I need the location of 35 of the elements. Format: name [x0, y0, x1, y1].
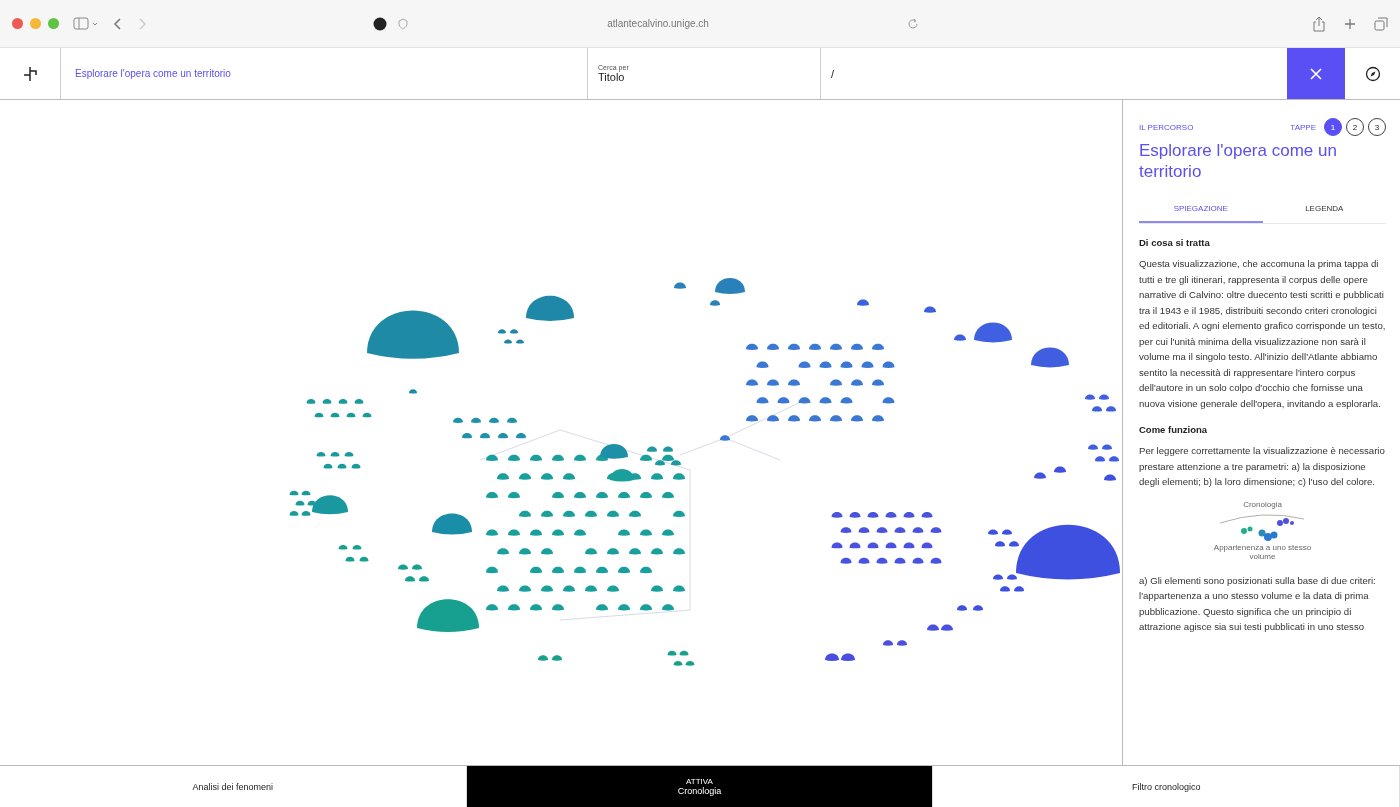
section-heading: Come funziona: [1139, 424, 1209, 435]
sidebar-icon[interactable]: [73, 16, 99, 31]
zoom-window-icon[interactable]: [48, 18, 59, 29]
tree-icon[interactable]: [22, 65, 38, 82]
address-bar[interactable]: atlantecalvino.unige.ch: [361, 9, 931, 38]
share-icon[interactable]: [1312, 15, 1326, 32]
compass-icon[interactable]: [1364, 65, 1381, 82]
figure-label: Appartenenza a uno stesso volume: [1212, 542, 1313, 561]
steps-label: TAPPE: [1290, 122, 1316, 132]
body-paragraph: Per leggere correttamente la visualizzazione è necessario prestare attenzione a tre parametri: a) la disposizione degli elementi; b) la loro dimensione; c) l'uso del colore.: [1139, 444, 1386, 489]
body-paragraph: Questa visualizzazione, che accomuna la prima tappa di tutti e tre gli itinerari, rappresenta il corpus delle opere narrative di Calvino: oltre duecento testi scritti e pubblicati tra il 1943 e il 1985, distribuiti secondo criteri cronologici ed editoriali. A ogni elemento grafico corrisponde un testo, per cui l'unità minima della visualizzazione non sarà il volume ma il singolo testo. All'inizio dell'Atlante abbiamo sentito la necessità di rappresentare l'intero corpus dell'autore in un solo colpo d'occhio che fornisse una nuova visione generale dell'opera, invitando a esplorarla.: [1139, 257, 1386, 411]
shield-icon[interactable]: [397, 17, 409, 30]
site-icon: [373, 16, 387, 31]
panel-tab[interactable]: LEGENDA: [1262, 196, 1386, 223]
step-button[interactable]: 3: [1368, 118, 1386, 136]
section-label: IL PERCORSO: [1139, 122, 1194, 132]
tabs-overview-icon[interactable]: [1374, 16, 1388, 31]
panel-tab[interactable]: SPIEGAZIONE: [1139, 196, 1263, 223]
breadcrumb-text[interactable]: Esplorare l'opera come un territorio: [75, 68, 231, 79]
plus-icon[interactable]: [1344, 17, 1356, 30]
panel-title: Esplorare l'opera come un territorio: [1139, 140, 1338, 182]
forward-icon[interactable]: [137, 16, 147, 31]
body-paragraph: a) Gli elementi sono posizionati sulla base di due criteri: l'appartenenza a uno stesso volume e la data di prima pubblicazione. Questo significa che un principio di attrazione agisce sia sui testi pubblicati in uno stesso: [1139, 573, 1377, 634]
bottom-tab[interactable]: ATTIVA Cronologia: [466, 766, 934, 807]
close-button[interactable]: [1287, 48, 1345, 99]
minimize-window-icon[interactable]: [30, 18, 41, 29]
close-window-icon[interactable]: [12, 18, 23, 29]
section-heading: Di cosa si tratta: [1139, 237, 1211, 248]
step-button[interactable]: 1: [1324, 118, 1342, 136]
figure-label: Cronologia: [1242, 499, 1283, 509]
step-button[interactable]: 2: [1346, 118, 1364, 136]
back-icon[interactable]: [113, 16, 123, 31]
url-text: atlantecalvino.unige.ch: [606, 18, 710, 29]
close-icon: [1310, 67, 1322, 80]
reload-icon[interactable]: [907, 17, 919, 30]
